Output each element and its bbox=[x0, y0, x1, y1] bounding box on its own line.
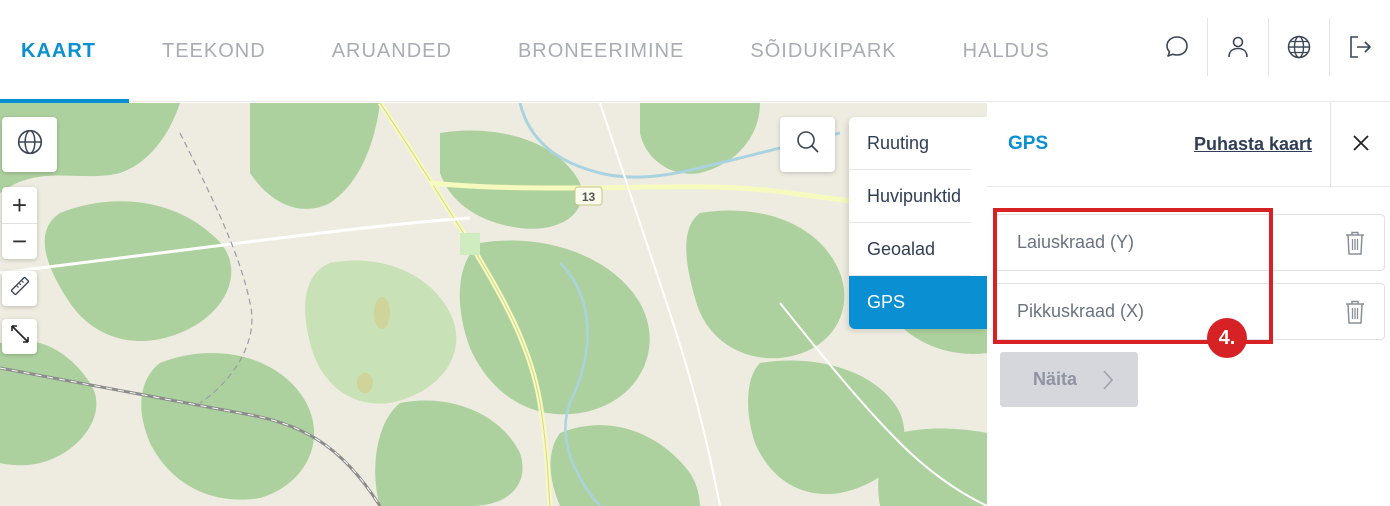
tab-ruuting[interactable]: Ruuting bbox=[849, 117, 971, 170]
measure-button[interactable] bbox=[2, 271, 37, 306]
main-nav: KAART TEEKOND ARUANDED BRONEERIMINE SÕID… bbox=[0, 0, 1083, 103]
map-canvas[interactable]: 13 + − bbox=[0, 103, 987, 506]
nav-tab-broneerimine[interactable]: BRONEERIMINE bbox=[485, 0, 717, 102]
top-navigation-bar: KAART TEEKOND ARUANDED BRONEERIMINE SÕID… bbox=[0, 0, 1390, 103]
trash-icon[interactable] bbox=[1344, 230, 1366, 261]
road-number-label: 13 bbox=[582, 190, 596, 204]
map-tiles: 13 bbox=[0, 103, 987, 506]
zoom-in-button[interactable]: + bbox=[2, 187, 37, 223]
trash-icon[interactable] bbox=[1344, 299, 1366, 330]
zoom-out-button[interactable]: − bbox=[2, 223, 37, 259]
globe-icon bbox=[16, 128, 44, 161]
fullscreen-button[interactable] bbox=[2, 319, 37, 354]
close-icon bbox=[1352, 134, 1370, 157]
clear-map-link[interactable]: Puhasta kaart bbox=[1194, 134, 1312, 155]
tab-gps[interactable]: GPS bbox=[849, 276, 994, 329]
tab-geoalad[interactable]: Geoalad bbox=[849, 223, 971, 276]
header-actions bbox=[1146, 18, 1390, 76]
nav-tab-teekond[interactable]: TEEKOND bbox=[129, 0, 299, 102]
map-tool-tabs: Ruuting Huvipunktid Geoalad GPS bbox=[849, 117, 994, 329]
user-icon[interactable] bbox=[1207, 18, 1268, 76]
search-icon bbox=[795, 129, 821, 160]
map-layer-button[interactable] bbox=[2, 117, 57, 172]
map-search-button[interactable] bbox=[780, 117, 835, 172]
panel-header: GPS Puhasta kaart bbox=[987, 103, 1390, 187]
chevron-right-icon bbox=[1102, 369, 1114, 396]
tab-huvipunktid[interactable]: Huvipunktid bbox=[849, 170, 971, 223]
nav-tab-soidukipark[interactable]: SÕIDUKIPARK bbox=[717, 0, 929, 102]
chat-icon[interactable] bbox=[1146, 18, 1207, 76]
zoom-controls: + − bbox=[2, 187, 37, 259]
show-button-label: Näita bbox=[1033, 369, 1078, 389]
show-location-button[interactable]: Näita bbox=[1000, 352, 1138, 407]
logout-icon[interactable] bbox=[1329, 18, 1390, 76]
globe-icon[interactable] bbox=[1268, 18, 1329, 76]
nav-tab-kaart[interactable]: KAART bbox=[0, 0, 129, 103]
close-panel-button[interactable] bbox=[1330, 103, 1390, 187]
nav-tab-aruanded[interactable]: ARUANDED bbox=[299, 0, 485, 102]
panel-title: GPS bbox=[1008, 133, 1049, 154]
expand-icon bbox=[9, 323, 31, 350]
nav-tab-haldus[interactable]: HALDUS bbox=[930, 0, 1083, 102]
step-badge: 4. bbox=[1207, 318, 1247, 358]
ruler-icon bbox=[9, 275, 31, 302]
